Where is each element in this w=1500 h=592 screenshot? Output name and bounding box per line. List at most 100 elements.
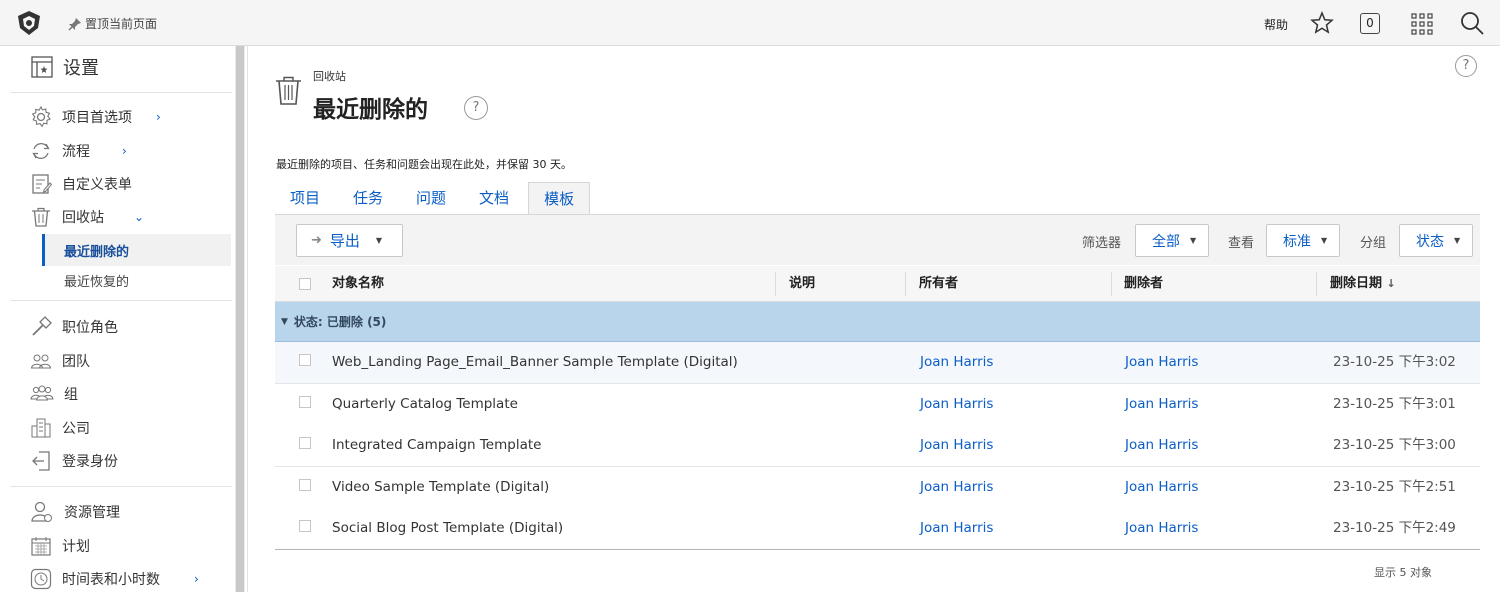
row-object-name[interactable]: Web_Landing Page_Email_Banner Sample Tem… xyxy=(332,342,738,383)
table-row[interactable]: Video Sample Template (Digital) Joan Har… xyxy=(275,467,1480,509)
view-dropdown[interactable]: 标准 ▼ xyxy=(1266,224,1340,257)
sidebar-separator xyxy=(10,300,232,301)
sidebar-item-recycle-bin[interactable]: 回收站 ⌄ xyxy=(30,205,144,229)
object-type-tabs: 项目 任务 问题 文档 模板 xyxy=(275,182,591,215)
search-icon[interactable] xyxy=(1460,11,1484,35)
table-header: 对象名称 说明 所有者 删除者 删除日期 ↓ xyxy=(275,266,1480,302)
row-deleted-date: 23-10-25 下午3:00 xyxy=(1333,437,1456,453)
tab-projects[interactable]: 项目 xyxy=(275,182,335,215)
sidebar-item-label: 职位角色 xyxy=(62,320,118,336)
sidebar-item-project-preferences[interactable]: 项目首选项 › xyxy=(30,105,161,129)
filter-dropdown[interactable]: 全部 ▼ xyxy=(1135,224,1209,257)
star-icon[interactable] xyxy=(1310,11,1334,35)
filter-label: 筛选器 xyxy=(1082,236,1122,251)
gear-icon xyxy=(31,106,51,128)
refresh-icon xyxy=(32,143,50,159)
row-object-name[interactable]: Quarterly Catalog Template xyxy=(332,384,518,425)
breadcrumb[interactable]: 回收站 xyxy=(313,68,346,84)
row-deleted-by[interactable]: Joan Harris xyxy=(1125,467,1198,508)
clock-icon xyxy=(30,568,52,590)
login-as-icon xyxy=(32,451,50,471)
column-header-name[interactable]: 对象名称 xyxy=(332,266,384,302)
sidebar-item-label: 流程 xyxy=(62,144,90,160)
row-owner[interactable]: Joan Harris xyxy=(920,384,993,425)
sidebar-item-login-as[interactable]: 登录身份 xyxy=(30,449,118,473)
pin-icon xyxy=(68,17,81,31)
tab-tasks[interactable]: 任务 xyxy=(335,182,398,215)
column-header-owner[interactable]: 所有者 xyxy=(919,266,958,302)
column-header-deleted-by[interactable]: 删除者 xyxy=(1124,266,1163,302)
caret-down-icon: ▼ xyxy=(1454,236,1461,245)
sidebar-item-job-roles[interactable]: 职位角色 xyxy=(30,315,118,339)
title-help-icon[interactable]: ? xyxy=(464,96,488,120)
export-button[interactable]: ➜ 导出 ▼ xyxy=(296,224,403,257)
column-header-deleted-date[interactable]: 删除日期 ↓ xyxy=(1330,266,1396,302)
sidebar-item-timesheets[interactable]: 时间表和小时数 › xyxy=(30,567,199,591)
group-icon xyxy=(30,385,54,401)
sidebar-item-label: 组 xyxy=(64,387,78,403)
tab-documents[interactable]: 文档 xyxy=(461,182,524,215)
collapse-triangle-icon: ▼ xyxy=(281,316,288,327)
lion-logo-icon[interactable] xyxy=(16,10,42,36)
table-row[interactable]: Web_Landing Page_Email_Banner Sample Tem… xyxy=(275,342,1480,384)
group-header-row[interactable]: ▼ 状态: 已删除 (5) xyxy=(275,302,1480,342)
table-row[interactable]: Social Blog Post Template (Digital) Joan… xyxy=(275,508,1480,550)
hammer-icon xyxy=(32,316,52,336)
row-deleted-by[interactable]: Joan Harris xyxy=(1125,384,1198,425)
app-grid-icon[interactable] xyxy=(1411,13,1433,35)
table-row[interactable]: Integrated Campaign Template Joan Harris… xyxy=(275,425,1480,467)
sidebar-item-companies[interactable]: 公司 xyxy=(30,416,90,440)
row-owner[interactable]: Joan Harris xyxy=(920,342,993,383)
group-label: 分组 xyxy=(1360,236,1387,251)
select-all-checkbox[interactable] xyxy=(299,278,311,290)
row-checkbox[interactable] xyxy=(299,354,311,366)
tab-issues[interactable]: 问题 xyxy=(398,182,461,215)
sidebar-subitem-recently-deleted[interactable]: 最近删除的 xyxy=(42,234,231,266)
sidebar-item-teams[interactable]: 团队 xyxy=(30,349,90,373)
row-deleted-by[interactable]: Joan Harris xyxy=(1125,425,1198,466)
sidebar-item-label: 团队 xyxy=(62,354,90,370)
row-object-name[interactable]: Social Blog Post Template (Digital) xyxy=(332,508,563,549)
row-checkbox[interactable] xyxy=(299,479,311,491)
row-object-name[interactable]: Integrated Campaign Template xyxy=(332,425,541,466)
sidebar-item-custom-forms[interactable]: 自定义表单 xyxy=(30,172,132,196)
row-deleted-by[interactable]: Joan Harris xyxy=(1125,342,1198,383)
arrow-right-icon: ➜ xyxy=(311,233,322,248)
chevron-right-icon: › xyxy=(194,572,199,586)
group-dropdown[interactable]: 状态 ▼ xyxy=(1399,224,1473,257)
help-link[interactable]: 帮助 xyxy=(1264,16,1288,33)
column-divider xyxy=(775,272,776,296)
row-checkbox[interactable] xyxy=(299,396,311,408)
row-owner[interactable]: Joan Harris xyxy=(920,425,993,466)
chevron-down-icon: ⌄ xyxy=(134,210,145,224)
building-icon xyxy=(31,418,51,438)
sidebar-item-processes[interactable]: 流程 › xyxy=(30,139,127,163)
sidebar-item-label: 资源管理 xyxy=(64,505,120,521)
sidebar-item-planning[interactable]: 计划 xyxy=(30,534,90,558)
row-deleted-by[interactable]: Joan Harris xyxy=(1125,508,1198,549)
top-bar: 置顶当前页面 帮助 0 xyxy=(0,0,1500,46)
row-owner[interactable]: Joan Harris xyxy=(920,467,993,508)
page-help-icon[interactable]: ? xyxy=(1455,55,1477,77)
row-checkbox[interactable] xyxy=(299,437,311,449)
row-owner[interactable]: Joan Harris xyxy=(920,508,993,549)
sidebar-subitem-recently-restored[interactable]: 最近恢复的 xyxy=(42,264,231,296)
pin-page-button[interactable]: 置顶当前页面 xyxy=(68,15,157,32)
sidebar-item-resource-management[interactable]: 资源管理 xyxy=(30,500,120,524)
table-bottom-border xyxy=(275,549,1480,550)
sidebar-separator xyxy=(10,486,232,487)
filter-value: 全部 xyxy=(1152,233,1180,250)
caret-down-icon: ▼ xyxy=(375,236,383,245)
sidebar-scrollbar-thumb[interactable] xyxy=(236,46,244,592)
view-value: 标准 xyxy=(1283,233,1311,250)
column-divider xyxy=(905,272,906,296)
caret-down-icon: ▼ xyxy=(1190,236,1197,245)
chevron-right-icon: › xyxy=(156,110,161,124)
tab-templates[interactable]: 模板 xyxy=(528,182,591,215)
notification-count[interactable]: 0 xyxy=(1360,13,1380,34)
column-header-description[interactable]: 说明 xyxy=(789,266,815,302)
sidebar-item-groups[interactable]: 组 xyxy=(30,382,78,406)
row-object-name[interactable]: Video Sample Template (Digital) xyxy=(332,467,549,508)
table-row[interactable]: Quarterly Catalog Template Joan Harris J… xyxy=(275,384,1480,426)
row-checkbox[interactable] xyxy=(299,520,311,532)
